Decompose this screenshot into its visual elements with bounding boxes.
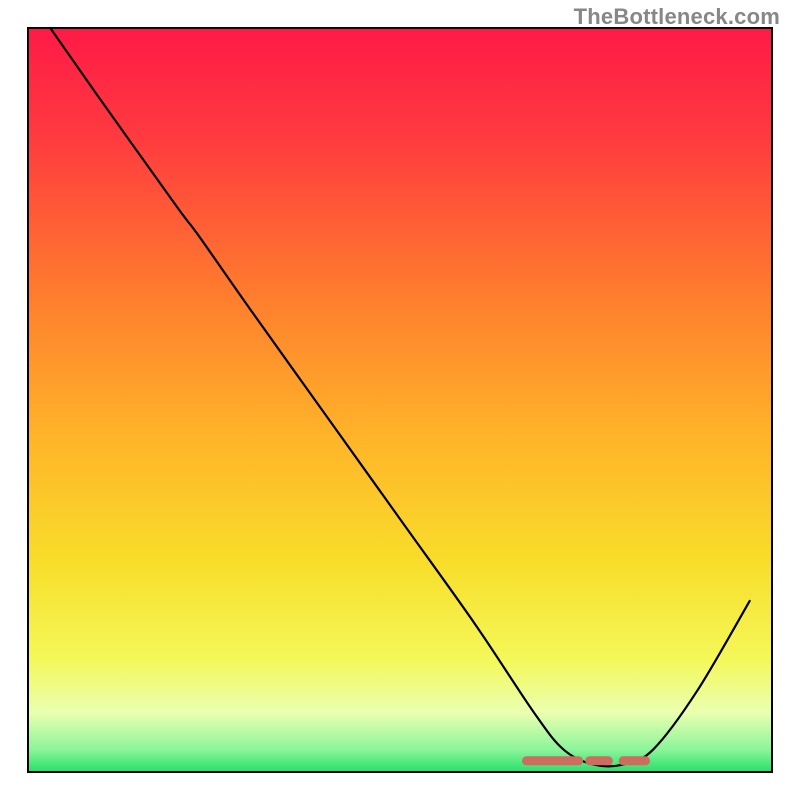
watermark-text: TheBottleneck.com: [574, 4, 780, 30]
chart-root: TheBottleneck.com: [0, 0, 800, 800]
chart-svg: [0, 0, 800, 800]
gradient-background: [28, 28, 772, 772]
plot-area: [28, 28, 772, 772]
